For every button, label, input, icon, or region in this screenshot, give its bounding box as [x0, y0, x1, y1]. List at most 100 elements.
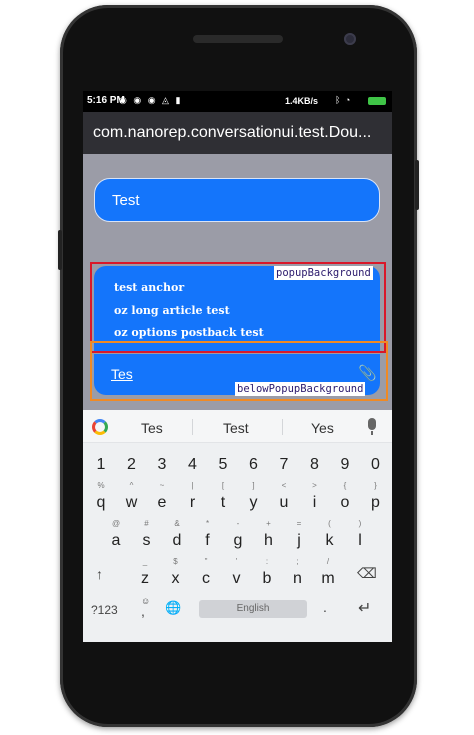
key-hint: =: [296, 519, 302, 528]
key-label: i: [312, 494, 317, 511]
key-hint: (: [328, 519, 331, 528]
key-label: 3: [157, 456, 167, 473]
key-7[interactable]: 7: [270, 442, 298, 478]
key-3[interactable]: 3: [148, 442, 176, 478]
key-hint: +: [266, 519, 271, 528]
space-bar[interactable]: English: [199, 600, 307, 618]
suggestion-2[interactable]: Test: [223, 420, 249, 436]
key-hint: /: [326, 557, 330, 566]
key-label: 2: [127, 456, 136, 473]
key-hint: ~: [159, 481, 165, 490]
key-h[interactable]: + h: [255, 518, 283, 554]
key-label: r: [189, 494, 196, 511]
key-label: q: [96, 494, 106, 511]
key-9[interactable]: 9: [331, 442, 359, 478]
key-z[interactable]: _ z: [131, 556, 159, 592]
enter-key[interactable]: ↵: [358, 598, 371, 618]
key-0[interactable]: 0: [362, 442, 390, 478]
earpiece-speaker: [193, 35, 283, 43]
suggestion-1[interactable]: Tes: [141, 420, 163, 436]
key-2[interactable]: 2: [118, 442, 146, 478]
suggestion-3[interactable]: Yes: [311, 420, 334, 436]
key-g[interactable]: -g: [224, 518, 252, 554]
key-label: 9: [340, 456, 350, 473]
app-title: com.nanorep.conversationui.test.Dou...: [93, 124, 372, 141]
key-i[interactable]: > i: [301, 480, 329, 516]
key-w[interactable]: ^ w: [118, 480, 146, 516]
key-o[interactable]: {o: [331, 480, 359, 516]
key-label: l: [358, 532, 362, 549]
key-n[interactable]: ; n: [284, 556, 312, 592]
app-bar: com.nanorep.conversationui.test.Dou...: [83, 112, 392, 154]
key-label: o: [340, 494, 350, 511]
key-label: t: [220, 494, 226, 511]
key-hint: _: [142, 557, 148, 566]
key-label: e: [157, 494, 167, 511]
key-c[interactable]: " c: [192, 556, 220, 592]
chat-bubble[interactable]: Test: [94, 178, 380, 222]
globe-icon[interactable]: 🌐: [165, 600, 181, 616]
key-label: j: [297, 532, 301, 549]
key-label: 5: [218, 456, 228, 473]
key-v[interactable]: ' v: [223, 556, 251, 592]
key-label: p: [371, 494, 380, 511]
key-label: y: [249, 494, 258, 511]
key-b[interactable]: :b: [253, 556, 281, 592]
soft-keyboard: Tes Test Yes 1234567890 % q ^ w ~ e | r[t] y < u > i…: [83, 410, 392, 642]
key-hint: ': [235, 557, 238, 566]
key-hint: ;: [296, 557, 299, 566]
suggestion-strip: Tes Test Yes: [83, 410, 392, 443]
key-y[interactable]: ] y: [240, 480, 268, 516]
bluetooth-wifi-icons: ᛒ ◔: [335, 95, 352, 105]
key-s[interactable]: # s: [133, 518, 161, 554]
key-p[interactable]: } p: [362, 480, 390, 516]
power-button: [58, 230, 62, 270]
key-x[interactable]: $ x: [162, 556, 190, 592]
battery-icon: [368, 97, 386, 105]
key-label: 6: [249, 456, 258, 473]
key-u[interactable]: < u: [270, 480, 298, 516]
key-hint: ": [204, 557, 208, 566]
shift-key[interactable]: ↑: [96, 566, 103, 582]
key-label: z: [141, 570, 149, 587]
backspace-key[interactable]: ⌫: [357, 565, 377, 582]
key-m[interactable]: / m: [314, 556, 342, 592]
status-bar: 5:16 PM ◉ ◉ ◉ ◬ ▮ 1.4KB/s ᛒ ◔: [83, 91, 392, 112]
key-hint: [: [221, 481, 225, 490]
key-label: n: [293, 570, 302, 587]
key-d[interactable]: & d: [163, 518, 191, 554]
key-e[interactable]: ~ e: [148, 480, 176, 516]
key-label: h: [264, 532, 273, 549]
key-label: u: [279, 494, 289, 511]
key-r[interactable]: | r: [179, 480, 207, 516]
key-label: f: [205, 532, 210, 549]
key-6[interactable]: 6: [240, 442, 268, 478]
key-q[interactable]: % q: [87, 480, 115, 516]
key-j[interactable]: = j: [285, 518, 313, 554]
microphone-icon[interactable]: [368, 418, 376, 435]
key-label: 4: [188, 456, 197, 473]
notification-icons: ◉ ◉ ◉ ◬ ▮: [119, 95, 183, 105]
key-5[interactable]: 5: [209, 442, 237, 478]
key-hint: *: [205, 519, 210, 528]
key-hint: <: [281, 481, 287, 490]
key-k[interactable]: (k: [316, 518, 344, 554]
key-1[interactable]: 1: [87, 442, 115, 478]
google-g-icon[interactable]: [92, 419, 108, 435]
suggestion-divider: [282, 419, 283, 435]
key-label: m: [321, 570, 335, 587]
below-popup-background-label: belowPopupBackground: [235, 382, 366, 396]
key-label: 7: [279, 456, 289, 473]
comma-key[interactable]: ,: [141, 603, 145, 619]
key-l[interactable]: ) l: [346, 518, 374, 554]
period-key[interactable]: .: [323, 599, 327, 615]
key-t[interactable]: [t: [209, 480, 237, 516]
key-label: x: [171, 570, 180, 587]
key-a[interactable]: @ a: [102, 518, 130, 554]
key-f[interactable]: * f: [194, 518, 222, 554]
key-label: b: [262, 570, 272, 587]
symbols-key[interactable]: ?123: [91, 603, 118, 617]
phone-screen: 5:16 PM ◉ ◉ ◉ ◬ ▮ 1.4KB/s ᛒ ◔ com.nanore…: [83, 91, 392, 642]
key-8[interactable]: 8: [301, 442, 329, 478]
key-4[interactable]: 4: [179, 442, 207, 478]
